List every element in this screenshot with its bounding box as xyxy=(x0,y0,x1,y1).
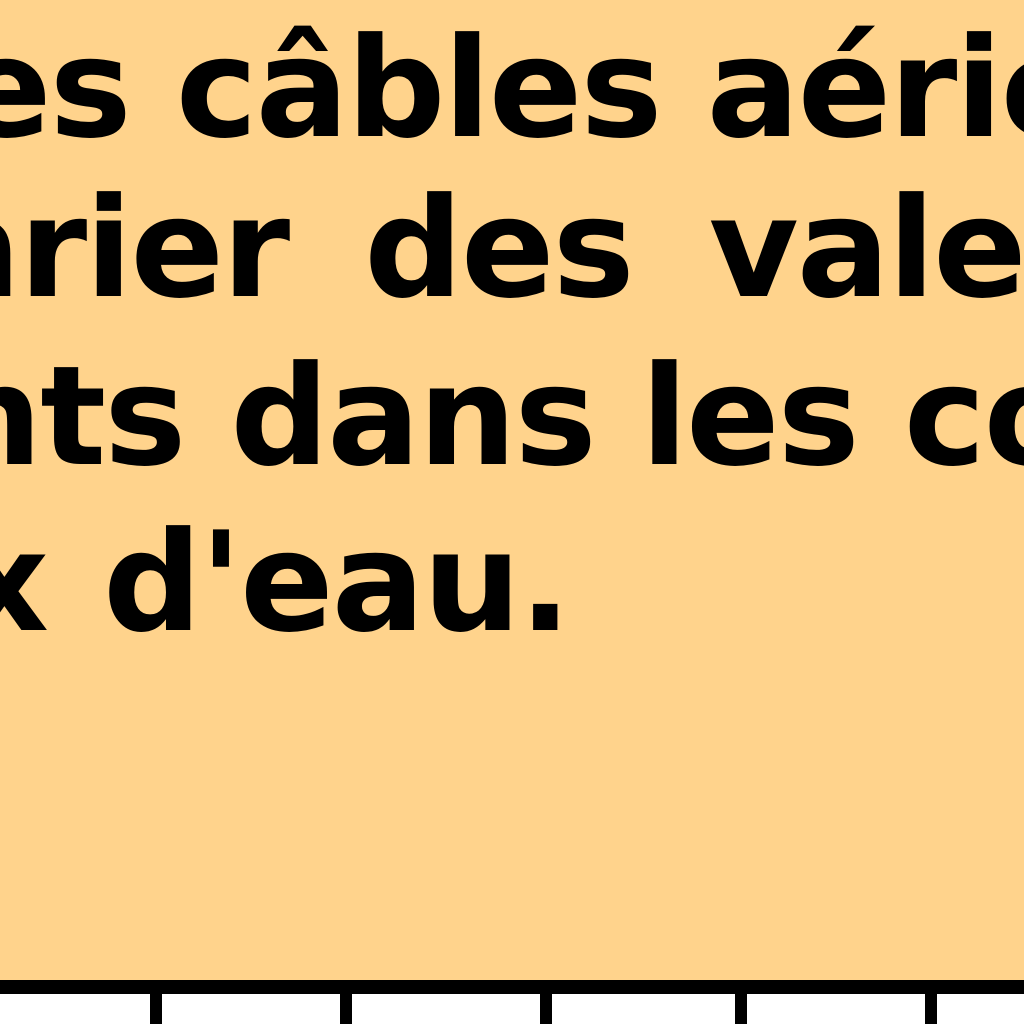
rule-tick xyxy=(925,990,937,1024)
text-line-3: nts dans les cond xyxy=(0,336,1024,497)
text-line-1: es câbles aériens xyxy=(0,8,1024,169)
rule-tick xyxy=(540,990,552,1024)
text-block: es câbles aériens arier des valeur nts d… xyxy=(0,0,1024,660)
bottom-rule xyxy=(0,980,1024,1024)
rule-tick xyxy=(340,990,352,1024)
rule-tick xyxy=(150,990,162,1024)
text-line-2: arier des valeur xyxy=(0,168,1024,329)
text-line-4: x d'eau. xyxy=(0,502,571,660)
document-page: es câbles aériens arier des valeur nts d… xyxy=(0,0,1024,1024)
rule-tick xyxy=(735,990,747,1024)
